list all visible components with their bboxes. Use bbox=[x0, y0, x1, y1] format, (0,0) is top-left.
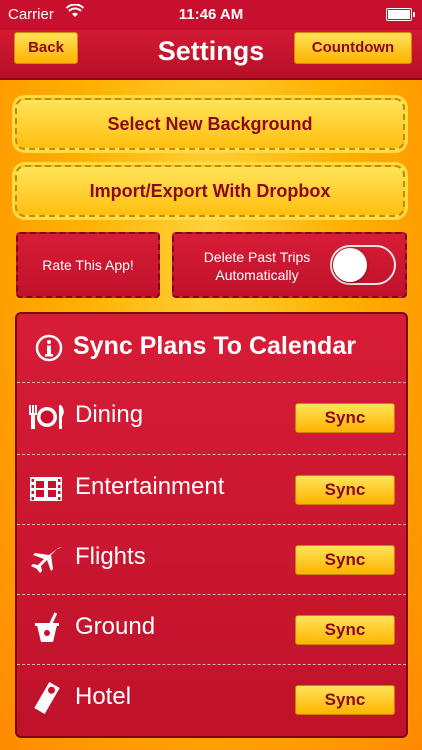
sync-title: Sync Plans To Calendar bbox=[73, 332, 356, 360]
sync-row-hotel: Hotel Sync bbox=[17, 664, 406, 733]
dining-icon bbox=[27, 399, 67, 433]
airplane-icon bbox=[27, 541, 67, 575]
clock: 11:46 AM bbox=[178, 6, 244, 23]
toggle-knob bbox=[333, 248, 367, 282]
sync-row-ground: Ground Sync bbox=[17, 594, 406, 663]
countdown-button[interactable]: Countdown bbox=[294, 32, 412, 64]
sync-row-label: Dining bbox=[75, 401, 144, 428]
sync-row-entertainment: Entertainment Sync bbox=[17, 454, 406, 523]
status-bar: Carrier 11:46 AM bbox=[0, 0, 422, 30]
delete-past-trips-toggle[interactable] bbox=[330, 245, 396, 285]
sync-row-dining: Dining Sync bbox=[17, 382, 406, 451]
sync-hotel-button[interactable]: Sync bbox=[295, 685, 395, 715]
sync-header: Sync Plans To Calendar bbox=[17, 314, 406, 382]
film-icon bbox=[27, 471, 67, 505]
delete-past-trips-label: Delete Past Trips Automatically bbox=[203, 249, 311, 283]
info-icon[interactable] bbox=[35, 334, 63, 362]
sync-panel: Sync Plans To Calendar Dining Sync Enter… bbox=[15, 312, 408, 738]
hotel-tag-icon bbox=[27, 681, 67, 715]
select-background-button[interactable]: Select New Background bbox=[15, 98, 405, 150]
dropbox-import-export-button[interactable]: Import/Export With Dropbox bbox=[15, 165, 405, 217]
sync-row-label: Ground bbox=[75, 613, 156, 640]
sync-row-label: Entertainment bbox=[75, 473, 225, 500]
sync-entertainment-button[interactable]: Sync bbox=[295, 475, 395, 505]
rate-app-button[interactable]: Rate This App! bbox=[16, 232, 160, 298]
sync-row-label: Flights bbox=[75, 543, 146, 570]
battery-icon bbox=[386, 8, 415, 21]
sync-dining-button[interactable]: Sync bbox=[295, 403, 395, 433]
nav-bar: Back Settings Countdown bbox=[0, 30, 422, 80]
ground-icon bbox=[27, 611, 67, 645]
delete-past-trips-setting: Delete Past Trips Automatically bbox=[172, 232, 407, 298]
sync-row-label: Hotel bbox=[75, 683, 132, 710]
sync-row-flights: Flights Sync bbox=[17, 524, 406, 593]
sync-ground-button[interactable]: Sync bbox=[295, 615, 395, 645]
sync-flights-button[interactable]: Sync bbox=[295, 545, 395, 575]
